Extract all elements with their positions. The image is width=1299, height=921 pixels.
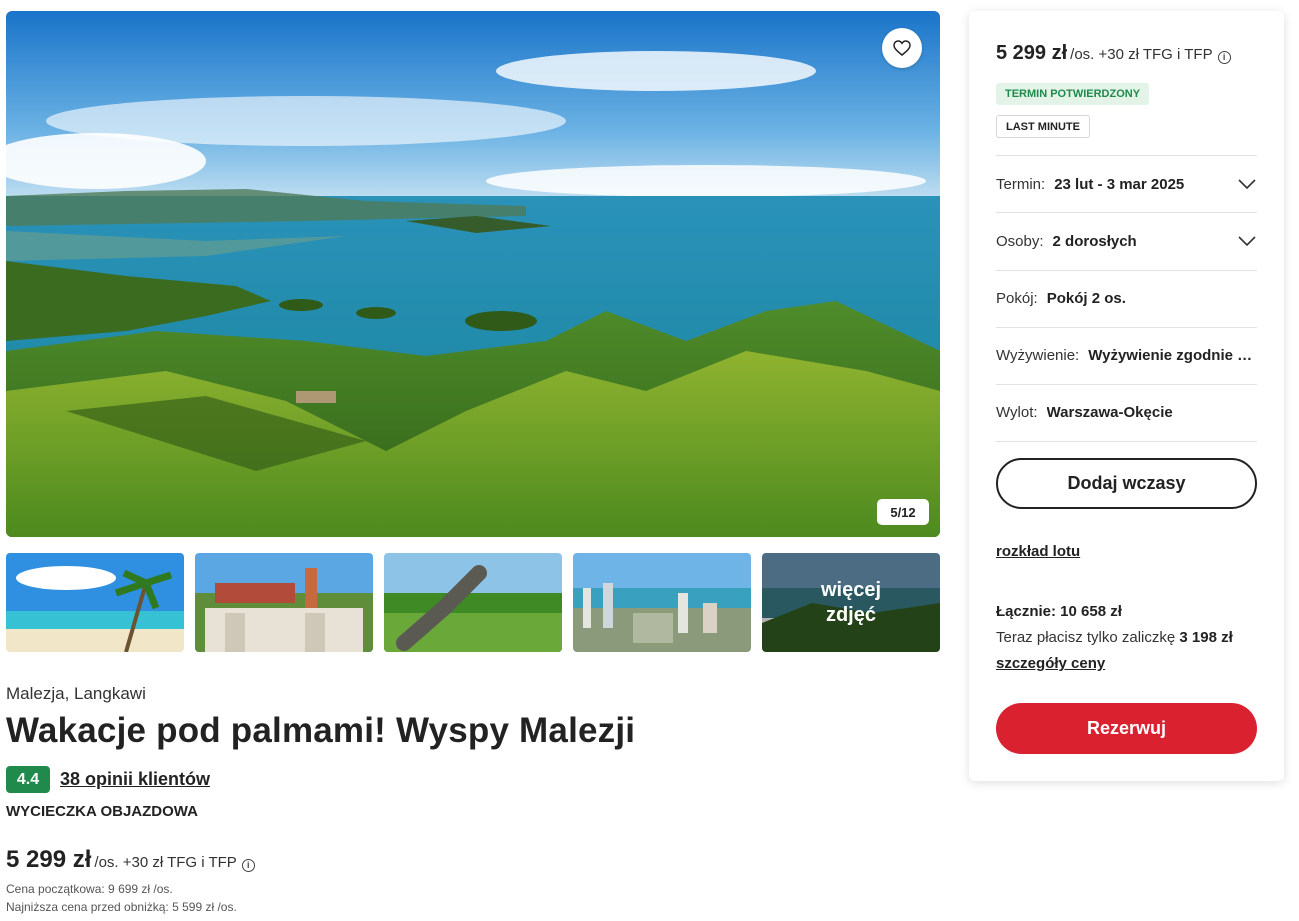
- more-photos-label: więcej zdjęć: [820, 578, 882, 626]
- price-value: 5 299 zł: [6, 846, 92, 873]
- badge-confirmed: TERMIN POTWIERDZONY: [996, 83, 1150, 105]
- badge-last-minute: LAST MINUTE: [996, 115, 1090, 138]
- chevron-down-icon: [1238, 236, 1256, 247]
- heart-icon: [893, 40, 911, 56]
- deposit-info: Teraz płacisz tylko zaliczkę 3 198 zł: [996, 629, 1233, 646]
- panel-price: 5 299 zł /os. +30 zł TFG i TFP i: [996, 42, 1231, 65]
- main-photo-image: [6, 11, 940, 537]
- thumbnail-strip: więcej zdjęć: [6, 553, 940, 652]
- deposit-text: Teraz płacisz tylko zaliczkę: [996, 629, 1176, 646]
- offer-price: 5 299 zł /os. +30 zł TFG i TFP i: [6, 846, 255, 874]
- term-value: 23 lut - 3 mar 2025: [1054, 175, 1185, 193]
- departure-value: Warszawa-Okęcie: [1046, 403, 1173, 421]
- panel-price-value: 5 299 zł: [996, 42, 1068, 64]
- reviews-link[interactable]: 38 opinii klientów: [60, 769, 210, 790]
- departure-row[interactable]: Wylot: Warszawa-Okęcie: [996, 384, 1257, 440]
- term-selector[interactable]: Termin: 23 lut - 3 mar 2025: [996, 156, 1257, 212]
- trip-type: WYCIECZKA OBJAZDOWA: [6, 803, 198, 820]
- persons-selector[interactable]: Osoby: 2 dorosłych: [996, 213, 1257, 269]
- lowest-price-note: Najniższa cena przed obniżką: 5 599 zł /…: [6, 900, 237, 914]
- board-row[interactable]: Wyżywienie: Wyżywienie zgodnie z program…: [996, 327, 1257, 383]
- rating-badge: 4.4: [6, 766, 50, 793]
- offer-title: Wakacje pod palmami! Wyspy Malezji: [6, 711, 636, 750]
- thumbnail-beach[interactable]: [6, 553, 184, 652]
- booking-panel: 5 299 zł /os. +30 zł TFG i TFP i TERMIN …: [969, 11, 1284, 781]
- flight-schedule-link[interactable]: rozkład lotu: [996, 543, 1080, 560]
- total-price: Łącznie: 10 658 zł: [996, 603, 1122, 620]
- favorite-button[interactable]: [882, 28, 922, 68]
- rating-row: 4.4 38 opinii klientów: [6, 766, 210, 793]
- board-value: Wyżywienie zgodnie z programem: [1088, 346, 1257, 364]
- price-suffix: /os. +30 zł TFG i TFP: [94, 854, 237, 871]
- board-label: Wyżywienie:: [996, 346, 1080, 364]
- initial-price-note: Cena początkowa: 9 699 zł /os.: [6, 882, 173, 896]
- panel-price-suffix: /os. +30 zł TFG i TFP: [1070, 46, 1213, 63]
- add-holiday-button[interactable]: Dodaj wczasy: [996, 458, 1257, 509]
- term-label: Termin:: [996, 175, 1046, 193]
- more-photos-button[interactable]: więcej zdjęć: [762, 553, 940, 652]
- main-photo[interactable]: 5/12: [6, 11, 940, 537]
- thumbnail-temple[interactable]: [195, 553, 373, 652]
- persons-value: 2 dorosłych: [1052, 232, 1137, 250]
- deposit-amount: 3 198 zł: [1179, 629, 1233, 646]
- photo-counter: 5/12: [877, 499, 929, 525]
- room-value: Pokój 2 os.: [1046, 289, 1126, 307]
- price-details-link[interactable]: szczegóły ceny: [996, 655, 1105, 672]
- info-icon[interactable]: i: [1217, 51, 1231, 64]
- reserve-button[interactable]: Rezerwuj: [996, 703, 1257, 754]
- departure-label: Wylot:: [996, 403, 1038, 421]
- room-row[interactable]: Pokój: Pokój 2 os.: [996, 270, 1257, 326]
- room-label: Pokój:: [996, 289, 1038, 307]
- offer-location: Malezja, Langkawi: [6, 684, 146, 703]
- chevron-down-icon: [1238, 179, 1256, 190]
- thumbnail-cannon[interactable]: [384, 553, 562, 652]
- divider: [996, 441, 1257, 442]
- persons-label: Osoby:: [996, 232, 1044, 250]
- thumbnail-city[interactable]: [573, 553, 751, 652]
- info-icon[interactable]: i: [241, 859, 255, 872]
